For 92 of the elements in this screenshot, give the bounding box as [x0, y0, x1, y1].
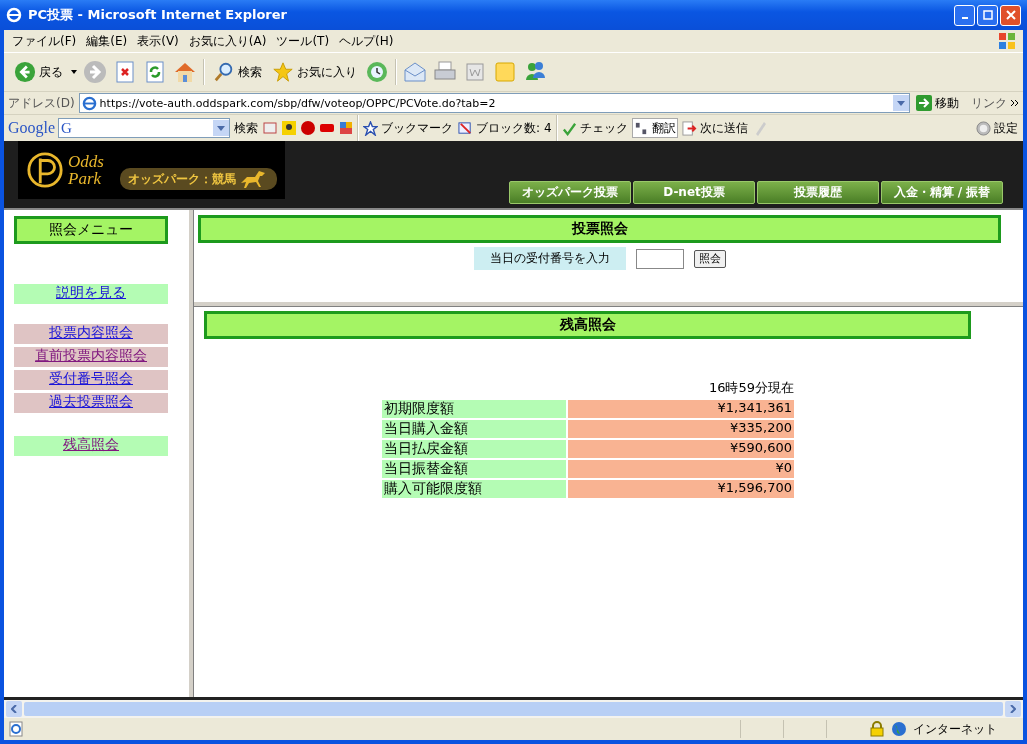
- home-icon[interactable]: [173, 60, 197, 84]
- caret-icon[interactable]: [71, 70, 77, 74]
- inquiry-button[interactable]: 照会: [693, 249, 726, 268]
- logo-mark-icon: [26, 151, 64, 189]
- scroll-thumb[interactable]: [24, 702, 1003, 716]
- address-label: アドレス(D): [8, 94, 75, 112]
- scroll-left-button[interactable]: [6, 701, 22, 717]
- send-to-button[interactable]: 次に送信: [680, 119, 749, 137]
- google-search-field[interactable]: G: [58, 118, 231, 138]
- translate-button[interactable]: 翻訳: [631, 118, 678, 138]
- caret-icon: [897, 100, 905, 106]
- menu-item[interactable]: ツール(T): [272, 32, 334, 50]
- mail-icon[interactable]: [403, 60, 427, 84]
- star-icon: [363, 120, 379, 136]
- stop-icon[interactable]: [113, 60, 137, 84]
- forward-icon[interactable]: [83, 60, 107, 84]
- table-cell: ¥1,596,700: [568, 480, 794, 498]
- lock-icon: [869, 721, 885, 737]
- maximize-icon: [982, 10, 993, 20]
- arrow-icon: [916, 95, 932, 111]
- input-label: 当日の受付番号を入力: [473, 247, 626, 270]
- table-cell: 当日振替金額: [382, 460, 566, 478]
- caret-icon: [217, 125, 226, 131]
- history-icon[interactable]: [365, 60, 389, 84]
- menu-item[interactable]: 表示(V): [133, 32, 183, 50]
- checkmark-icon: [561, 120, 577, 136]
- timestamp: 16時59分現在: [707, 379, 794, 397]
- menu-item[interactable]: お気に入り(A): [184, 32, 271, 50]
- window-title: PC投票 - Microsoft Internet Explorer: [28, 6, 288, 24]
- table-cell: 初期限度額: [382, 400, 566, 418]
- scroll-right-button[interactable]: [1005, 701, 1021, 717]
- links-label[interactable]: リンク: [971, 94, 1007, 112]
- settings-button[interactable]: 設定: [975, 119, 1019, 137]
- menu-link[interactable]: 説明を見る: [56, 284, 126, 300]
- bookmarks-button[interactable]: ブックマーク: [362, 119, 455, 137]
- close-button[interactable]: [1000, 4, 1021, 26]
- horizontal-scrollbar[interactable]: [4, 697, 1023, 718]
- edit-icon[interactable]: [463, 60, 487, 84]
- table-cell: 当日購入金額: [382, 420, 566, 438]
- menu-item[interactable]: ファイル(F): [8, 32, 81, 50]
- menu-item[interactable]: 編集(E): [82, 32, 132, 50]
- side-menu-item[interactable]: 説明を見る: [14, 284, 168, 304]
- send-page-icon: [681, 120, 697, 136]
- menu-link[interactable]: 投票内容照会: [49, 324, 133, 340]
- globe-icon: [891, 721, 907, 737]
- popup-blocker-button[interactable]: ブロック数: 4: [457, 119, 553, 137]
- side-menu-item[interactable]: 残高照会: [14, 436, 168, 456]
- side-menu-item[interactable]: 直前投票内容照会: [14, 347, 168, 367]
- search-icon: [213, 61, 235, 83]
- favorites-button[interactable]: お気に入り: [270, 61, 359, 83]
- dropdown-button[interactable]: [893, 95, 909, 111]
- maximize-button[interactable]: [977, 4, 998, 26]
- security-zone: インターネット: [913, 720, 998, 738]
- minimize-icon: [961, 17, 968, 19]
- page-icon: [81, 95, 97, 111]
- blocked-window-icon: [458, 120, 474, 136]
- section-heading: 投票照会: [198, 215, 1001, 243]
- table-cell: ¥335,200: [568, 420, 794, 438]
- dropdown-button[interactable]: [213, 120, 230, 136]
- side-menu-item[interactable]: 過去投票照会: [14, 393, 168, 413]
- back-button[interactable]: 戻る: [12, 61, 65, 83]
- table-cell: ¥0: [568, 460, 794, 478]
- menu-link[interactable]: 直前投票内容照会: [35, 347, 147, 363]
- star-icon: [272, 61, 294, 83]
- table-cell: ¥590,600: [568, 440, 794, 458]
- menu-heading: 照会メニュー: [14, 216, 168, 244]
- site-logo[interactable]: Odds Park オッズパーク：競馬: [18, 141, 285, 199]
- menu-link[interactable]: 過去投票照会: [49, 393, 133, 409]
- side-menu-item[interactable]: 受付番号照会: [14, 370, 168, 390]
- chevron-icon[interactable]: [1011, 100, 1019, 106]
- page-icon: [8, 721, 24, 737]
- menu-item[interactable]: ヘルプ(H): [335, 32, 398, 50]
- spell-check-button[interactable]: チェック: [560, 119, 629, 137]
- menu-link[interactable]: 残高照会: [63, 436, 119, 452]
- close-icon: [1005, 10, 1016, 20]
- table-cell: 当日払戻金額: [382, 440, 566, 458]
- refresh-icon[interactable]: [143, 60, 167, 84]
- google-logo: Google: [8, 119, 56, 137]
- table-cell: ¥1,341,361: [568, 400, 794, 418]
- minimize-button[interactable]: [954, 4, 975, 26]
- settings-icon: [976, 120, 991, 136]
- windows-flag-icon: [997, 31, 1017, 51]
- menu-link[interactable]: 受付番号照会: [49, 370, 133, 386]
- receipt-number-field[interactable]: [635, 248, 684, 269]
- address-field[interactable]: https://vote-auth.oddspark.com/sbp/dfw/voteop/OPPC/PCVote.do?tab=2: [78, 93, 910, 113]
- side-menu-item[interactable]: 投票内容照会: [14, 324, 168, 344]
- google-search-button[interactable]: 検索: [233, 119, 260, 137]
- search-button[interactable]: 検索: [211, 61, 264, 83]
- table-cell: 購入可能限度額: [382, 480, 566, 498]
- section-heading: 残高照会: [204, 311, 971, 339]
- browser-icon: [6, 7, 22, 23]
- go-button[interactable]: 移動: [914, 94, 961, 112]
